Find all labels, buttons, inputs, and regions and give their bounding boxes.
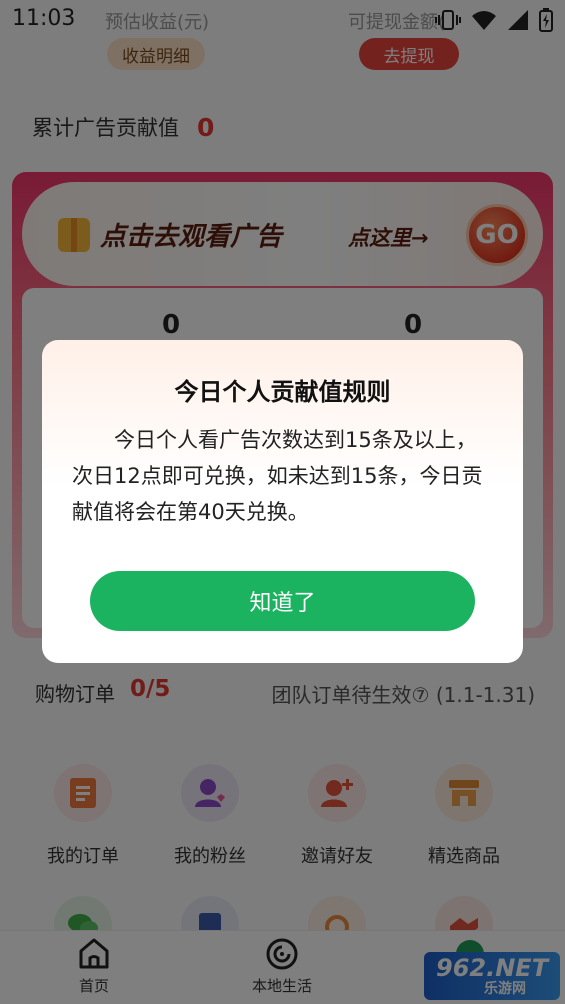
status-bar: 11:03 [0, 0, 565, 38]
status-time: 11:03 [12, 6, 76, 31]
got-it-button[interactable]: 知道了 [90, 571, 475, 631]
signal-icon [508, 10, 528, 30]
dialog-title: 今日个人贡献值规则 [174, 378, 391, 406]
contribution-rules-dialog: 今日个人贡献值规则 今日个人看广告次数达到15条及以上，次日12点即可兑换，如未… [42, 340, 523, 663]
battery-icon [539, 8, 553, 32]
status-icons [435, 8, 553, 32]
wifi-icon [472, 11, 496, 30]
dialog-body: 今日个人看广告次数达到15条及以上，次日12点即可兑换，如未达到15条，今日贡献… [72, 428, 483, 524]
vibrate-icon [435, 10, 461, 30]
